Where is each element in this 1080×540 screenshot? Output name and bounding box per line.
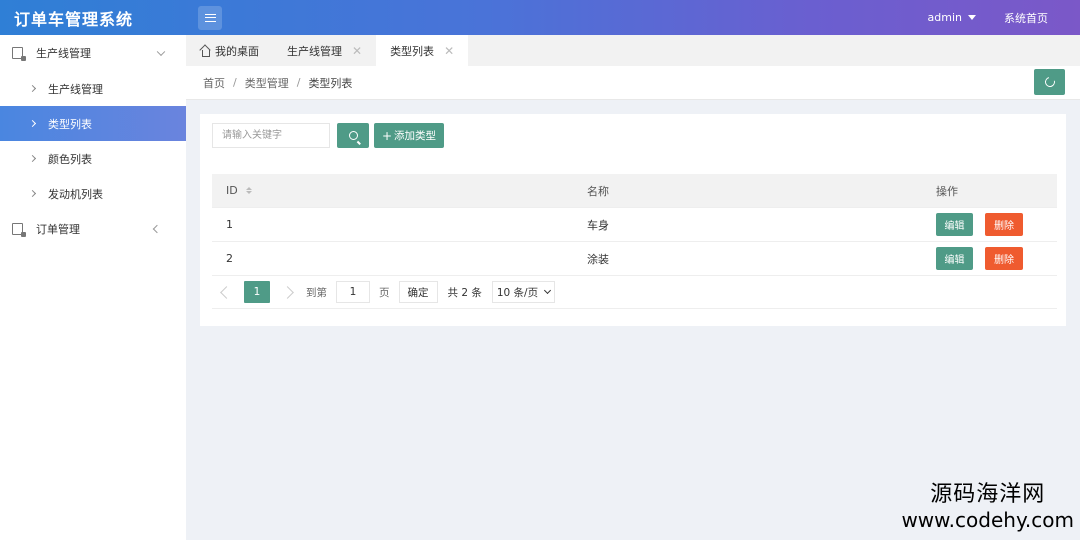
sidebar-item-label: 颜色列表 [48, 152, 92, 166]
sidebar-item-label: 生产线管理 [48, 82, 103, 96]
column-header-name: 名称 [587, 184, 609, 198]
chevron-right-icon [28, 84, 37, 93]
tab-label: 类型列表 [390, 44, 435, 58]
system-home-link[interactable]: 系统首页 [1004, 10, 1048, 26]
column-header-actions: 操作 [936, 184, 958, 198]
page-size-value: 10 条/页 [496, 286, 539, 299]
close-icon[interactable]: ✕ [352, 44, 362, 58]
user-menu[interactable]: admin [928, 11, 976, 24]
cell-actions: 编辑 删除 [936, 213, 1057, 236]
sidebar: 生产线管理 生产线管理 类型列表 颜色列表 发动机列表 订单管理 [0, 35, 186, 540]
hamburger-icon [204, 13, 216, 22]
table-header: ID 名称 操作 [212, 174, 1057, 208]
cell-id: 2 [226, 252, 233, 265]
close-icon[interactable]: ✕ [444, 44, 454, 58]
app-title: 订单车管理系统 [14, 9, 134, 29]
sidebar-group-label: 生产线管理 [36, 47, 91, 60]
column-header-label: ID [226, 184, 238, 197]
sidebar-item-color-list[interactable]: 颜色列表 [0, 141, 186, 176]
table-row: 1 车身 编辑 删除 [212, 208, 1057, 242]
tab-type-list[interactable]: 类型列表 ✕ [376, 35, 469, 66]
breadcrumb-home[interactable]: 首页 [203, 75, 225, 91]
watermark: 源码海洋网 www.codehy.com [901, 482, 1074, 532]
tab-bar: 我的桌面 生产线管理 ✕ 类型列表 ✕ [186, 35, 1080, 66]
caret-down-icon [968, 15, 976, 20]
cell-actions: 编辑 删除 [936, 247, 1057, 270]
home-icon [200, 46, 210, 57]
edit-button[interactable]: 编辑 [936, 247, 973, 270]
chevron-left-icon [152, 224, 162, 234]
chevron-down-icon [544, 286, 552, 295]
top-bar: 订单车管理系统 admin 系统首页 [0, 0, 1080, 35]
cell-name: 涂装 [587, 252, 609, 266]
cell-name: 车身 [587, 218, 609, 232]
breadcrumb-current: 类型列表 [308, 76, 353, 90]
menu-toggle-button[interactable] [198, 5, 222, 30]
tab-label: 生产线管理 [287, 44, 342, 58]
delete-button[interactable]: 删除 [985, 247, 1023, 270]
sidebar-item-type-list[interactable]: 类型列表 [0, 106, 186, 141]
sidebar-item-production-line[interactable]: 生产线管理 [0, 71, 186, 106]
sidebar-item-label: 类型列表 [48, 117, 92, 131]
sort-icon[interactable] [245, 186, 252, 195]
breadcrumb-separator: / [233, 76, 237, 89]
add-type-label: 添加类型 [394, 130, 437, 142]
breadcrumb-type-management[interactable]: 类型管理 [245, 75, 289, 91]
delete-button[interactable]: 删除 [985, 213, 1023, 236]
sidebar-group-production-line[interactable]: 生产线管理 [0, 35, 186, 71]
page-size-select[interactable]: 10 条/页 [491, 281, 556, 303]
cell-id: 1 [226, 218, 233, 231]
column-header-id[interactable]: ID [212, 184, 575, 197]
chevron-right-icon [28, 154, 37, 163]
pagination: 1 到第 页 确定 共 2 条 10 条/页 [212, 276, 1057, 309]
tab-my-desktop[interactable]: 我的桌面 [186, 35, 273, 66]
refresh-button[interactable] [1034, 69, 1065, 95]
chevron-right-icon [28, 119, 37, 128]
total-count: 共 2 条 [447, 286, 482, 299]
add-type-button[interactable]: + 添加类型 [374, 123, 444, 148]
goto-label: 到第 [306, 286, 327, 299]
sidebar-group-orders[interactable]: 订单管理 [0, 211, 186, 247]
sidebar-item-engine-list[interactable]: 发动机列表 [0, 176, 186, 211]
search-icon [348, 131, 358, 140]
goto-confirm-button[interactable]: 确定 [398, 281, 438, 303]
tab-label: 我的桌面 [215, 44, 259, 58]
sidebar-group-label: 订单管理 [36, 223, 80, 236]
content-card: + 添加类型 ID 名称 操作 1 车身 编辑 删除 2 涂装 编辑 删除 [200, 114, 1066, 326]
goto-page-input[interactable] [336, 281, 370, 303]
document-icon [12, 47, 26, 61]
top-bar-right: admin 系统首页 [928, 10, 1080, 26]
chevron-right-icon [28, 189, 37, 198]
next-page-icon[interactable] [281, 285, 294, 299]
search-input[interactable] [212, 123, 330, 148]
chevron-down-icon [156, 47, 166, 57]
type-table: ID 名称 操作 1 车身 编辑 删除 2 涂装 编辑 删除 1 到第 1 页 … [212, 174, 1057, 309]
edit-button[interactable]: 编辑 [936, 213, 973, 236]
watermark-name: 源码海洋网 [930, 482, 1046, 507]
page-unit-label: 页 [379, 286, 390, 299]
user-name: admin [927, 11, 962, 24]
refresh-icon [1042, 75, 1057, 89]
sidebar-item-label: 发动机列表 [48, 187, 103, 201]
document-icon [12, 223, 26, 237]
page-number-current[interactable]: 1 [244, 281, 270, 303]
tab-production-line[interactable]: 生产线管理 ✕ [273, 35, 376, 66]
breadcrumb-separator: / [296, 76, 301, 89]
table-row: 2 涂装 编辑 删除 [212, 242, 1057, 276]
breadcrumb: 首页 / 类型管理 / 类型列表 [186, 66, 1080, 100]
prev-page-icon[interactable] [220, 285, 233, 299]
watermark-url: www.codehy.com [901, 508, 1074, 532]
plus-icon: + [381, 128, 393, 143]
search-button[interactable] [337, 123, 369, 148]
